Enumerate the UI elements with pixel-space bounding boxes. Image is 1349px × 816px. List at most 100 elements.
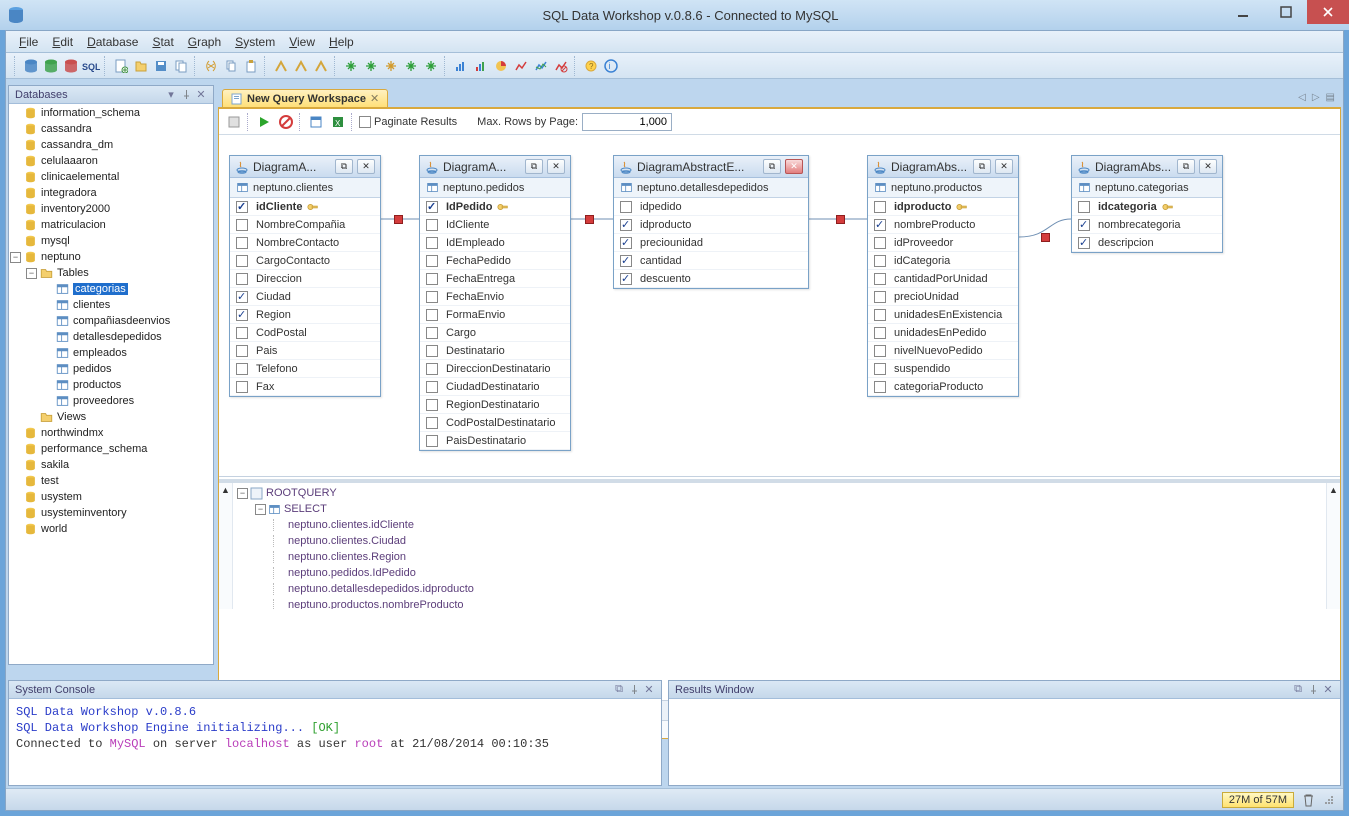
tree-item-matriculacion[interactable]: matriculacion [10,217,212,233]
tree-item-test[interactable]: test [10,473,212,489]
qtree-neptuno-pedidos-IdPedido[interactable]: neptuno.pedidos.IdPedido [237,565,1322,581]
panel-close-icon[interactable]: ✕ [195,89,207,101]
cut-icon[interactable] [202,57,220,75]
tree-item-pedidos[interactable]: pedidos [10,361,212,377]
menu-stat[interactable]: Stat [145,33,180,51]
qtree-neptuno-productos-nombreProducto[interactable]: neptuno.productos.nombreProducto [237,597,1322,609]
tree-item-cassandra_dm[interactable]: cassandra_dm [10,137,212,153]
new-doc-icon[interactable] [112,57,130,75]
diagram-neptuno-categorias[interactable]: DiagramAbs...⧉✕neptuno.categoriasidcateg… [1071,155,1223,253]
tree-item-information_schema[interactable]: information_schema [10,105,212,121]
tree-item-celulaaaron[interactable]: celulaaaron [10,153,212,169]
results-popout-icon[interactable]: ⧉ [1292,684,1304,696]
tree-item-categorias[interactable]: categorias [10,281,212,297]
menu-graph[interactable]: Graph [181,33,228,51]
stat-icon-0[interactable] [272,57,290,75]
tree-item-integradora[interactable]: integradora [10,185,212,201]
diagram-neptuno-productos[interactable]: DiagramAbs...⧉✕neptuno.productosidproduc… [867,155,1019,397]
paste-icon[interactable] [242,57,260,75]
join-connector[interactable] [836,215,845,224]
qtree-neptuno-clientes-Ciudad[interactable]: neptuno.clientes.Ciudad [237,533,1322,549]
tree-item-productos[interactable]: productos [10,377,212,393]
join-connector[interactable] [585,215,594,224]
qtree-ROOTQUERY[interactable]: −ROOTQUERY [237,485,1322,501]
tab-new-query[interactable]: New Query Workspace ✕ [222,89,388,107]
cancel-button[interactable] [277,113,295,131]
tree-item-performance_schema[interactable]: performance_schema [10,441,212,457]
tree-item-usysteminventory[interactable]: usysteminventory [10,505,212,521]
tree-item-inventory2000[interactable]: inventory2000 [10,201,212,217]
export-excel-button[interactable]: X [329,113,347,131]
help-star-icon[interactable]: ? [582,57,600,75]
db-green-icon[interactable] [42,57,60,75]
run-button[interactable] [255,113,273,131]
tree-item-clientes[interactable]: clientes [10,297,212,313]
tree-item-Tables[interactable]: −Tables [10,265,212,281]
pin-icon[interactable] [180,89,192,101]
chart-line1-icon[interactable] [512,57,530,75]
panel-dropdown-icon[interactable]: ▾ [165,89,177,101]
chart-line2-icon[interactable] [532,57,550,75]
tree-item-sakila[interactable]: sakila [10,457,212,473]
qtree-neptuno-clientes-Region[interactable]: neptuno.clientes.Region [237,549,1322,565]
paginate-checkbox[interactable]: Paginate Results [359,116,457,128]
menu-system[interactable]: System [228,33,282,51]
maximize-button[interactable] [1265,0,1307,24]
sql-icon[interactable]: SQL [82,57,100,75]
minimize-button[interactable] [1223,0,1265,24]
db-blue-icon[interactable] [22,57,40,75]
results-close-icon[interactable]: ✕ [1322,684,1334,696]
query-tree[interactable]: −ROOTQUERY−SELECTneptuno.clientes.idClie… [233,483,1326,609]
tree-item-proveedores[interactable]: proveedores [10,393,212,409]
tree-item-Views[interactable]: Views [10,409,212,425]
tab-prev-icon[interactable]: ◁ [1298,92,1306,103]
tree-item-mysql[interactable]: mysql [10,233,212,249]
op-icon-4[interactable] [422,57,440,75]
diagram-neptuno-clientes[interactable]: DiagramA...⧉✕neptuno.clientesidClienteNo… [229,155,381,397]
op-icon-1[interactable] [362,57,380,75]
diagram-neptuno-pedidos[interactable]: DiagramA...⧉✕neptuno.pedidosIdPedidoIdCl… [419,155,571,451]
op-icon-3[interactable] [402,57,420,75]
copy-icon[interactable] [222,57,240,75]
tree-item-usystem[interactable]: usystem [10,489,212,505]
tree-item-empleados[interactable]: empleados [10,345,212,361]
stop-button[interactable] [225,113,243,131]
tree-item-compañiasdeenvios[interactable]: compañiasdeenvios [10,313,212,329]
open-icon[interactable] [132,57,150,75]
console-close-icon[interactable]: ✕ [643,684,655,696]
op-icon-2[interactable] [382,57,400,75]
tree-item-northwindmx[interactable]: northwindmx [10,425,212,441]
diagram-neptuno-detallesdepedidos[interactable]: DiagramAbstractE...⧉✕neptuno.detallesdep… [613,155,809,289]
tree-item-world[interactable]: world [10,521,212,537]
info-icon[interactable]: i [602,57,620,75]
results-pin-icon[interactable] [1307,684,1319,696]
tree-item-cassandra[interactable]: cassandra [10,121,212,137]
chart-pie-icon[interactable] [492,57,510,75]
tab-list-icon[interactable]: ▤ [1326,92,1335,103]
tree-item-detallesdepedidos[interactable]: detallesdepedidos [10,329,212,345]
menu-edit[interactable]: Edit [45,33,80,51]
join-connector[interactable] [1041,233,1050,242]
stat-icon-1[interactable] [292,57,310,75]
menu-view[interactable]: View [282,33,322,51]
db-red-icon[interactable] [62,57,80,75]
chart-line-del-icon[interactable] [552,57,570,75]
menu-help[interactable]: Help [322,33,361,51]
tab-next-icon[interactable]: ▷ [1312,92,1320,103]
qtree-neptuno-detallesdepedidos-idproducto[interactable]: neptuno.detallesdepedidos.idproducto [237,581,1322,597]
tab-close-icon[interactable]: ✕ [370,92,379,105]
tree-item-neptuno[interactable]: −neptuno [10,249,212,265]
trash-icon[interactable] [1302,793,1315,807]
console-popout-icon[interactable]: ⧉ [613,684,625,696]
console-pin-icon[interactable] [628,684,640,696]
collapse-left-icon[interactable]: ▲ [221,485,230,495]
qtree-SELECT[interactable]: −SELECT [237,501,1322,517]
menu-file[interactable]: File [12,33,45,51]
close-button[interactable] [1307,0,1349,24]
visual-diagram-canvas[interactable]: DiagramA...⧉✕neptuno.clientesidClienteNo… [219,137,1340,477]
export-csv-button[interactable] [307,113,325,131]
menu-database[interactable]: Database [80,33,145,51]
copy-doc-icon[interactable] [172,57,190,75]
chart-bars-icon[interactable] [472,57,490,75]
save-icon[interactable] [152,57,170,75]
